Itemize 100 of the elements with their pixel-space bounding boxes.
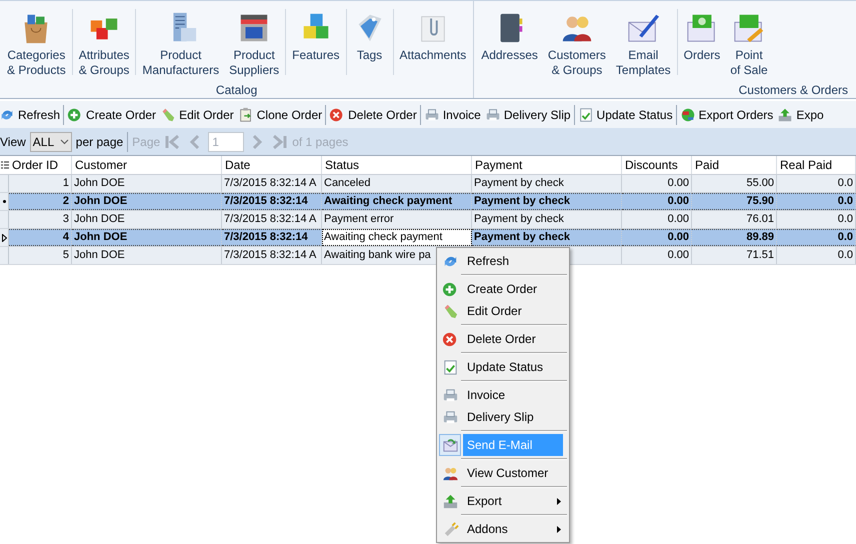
page-label: Page xyxy=(132,134,160,150)
upload-icon xyxy=(442,492,458,510)
toolbar-button[interactable]: Delivery Slip xyxy=(482,104,573,126)
menu-item[interactable]: View Customer xyxy=(437,462,569,484)
menu-item[interactable]: Edit Order xyxy=(437,300,569,322)
table-cell-text: 5 xyxy=(62,248,69,264)
ribbon-button[interactable]: Email Templates xyxy=(610,1,676,83)
toolbar-button[interactable]: Update Status xyxy=(576,104,675,126)
table-cell-text: Payment by check xyxy=(474,212,564,228)
table-cell: 7/3/2015 8:32:14 xyxy=(224,230,308,245)
ribbon-button[interactable]: Point of Sale xyxy=(725,1,773,83)
clipboard-icon xyxy=(238,106,254,122)
table-cell-text: Awaiting check payment xyxy=(324,230,442,246)
printer-icon xyxy=(484,106,501,122)
toolbar-button[interactable]: Refresh xyxy=(0,104,62,126)
table-cell-text: Canceled xyxy=(324,176,370,192)
menu-item[interactable]: Addons xyxy=(437,518,569,540)
table-cell-text: 3 xyxy=(62,212,69,228)
printer-icon xyxy=(442,408,458,426)
plus-icon xyxy=(442,280,458,298)
table-cell-text: 0.0 xyxy=(838,248,853,264)
table-cell-text: 0.00 xyxy=(668,248,689,264)
column-header[interactable]: Payment xyxy=(472,156,622,174)
column-header[interactable]: Real Paid xyxy=(777,156,856,174)
table-cell: 0.0 xyxy=(838,230,853,245)
last-page-icon[interactable] xyxy=(270,134,288,150)
table-cell: 0.00 xyxy=(668,194,689,209)
column-header[interactable]: Paid xyxy=(692,156,777,174)
table-cell-text: 7/3/2015 8:32:14 A xyxy=(224,248,316,264)
upload-icon xyxy=(777,106,794,122)
table-cell: Payment by check xyxy=(474,230,570,245)
table-cell-text: 7/3/2015 8:32:14 A xyxy=(224,212,316,228)
delete-icon xyxy=(442,330,458,348)
table-cell: 0.0 xyxy=(838,194,853,209)
menu-item[interactable]: Refresh xyxy=(437,250,569,272)
page-count: of 1 pages xyxy=(292,134,348,150)
column-header[interactable]: Customer xyxy=(72,156,222,174)
table-cell: 75.90 xyxy=(746,194,774,209)
table-cell-text: 71.51 xyxy=(746,248,774,264)
group-label: Catalog xyxy=(216,83,258,97)
toolbar-button[interactable]: Edit Order xyxy=(158,104,236,126)
ribbon-button[interactable]: Customers & Groups xyxy=(542,1,611,83)
table-cell: Awaiting check payment xyxy=(324,194,452,209)
toolbar-button[interactable]: Create Order xyxy=(65,104,158,126)
ribbon-button[interactable]: Categories & Products xyxy=(2,1,71,83)
menu-item[interactable]: Delivery Slip xyxy=(437,406,569,428)
table-cell-text: Payment by check xyxy=(474,176,564,192)
printer-icon xyxy=(442,386,458,404)
checklist-icon xyxy=(578,106,594,122)
chevron-down-icon xyxy=(60,138,69,144)
ribbon-button[interactable]: Features xyxy=(287,1,344,83)
view-label: View xyxy=(0,134,26,150)
column-header[interactable]: Date xyxy=(222,156,322,174)
table-cell-text: John DOE xyxy=(74,176,125,192)
table-cell-text: 55.00 xyxy=(746,176,774,192)
ribbon-button[interactable]: Tags xyxy=(348,1,392,83)
ribbon-button[interactable]: Attachments xyxy=(394,1,472,83)
table-cell: Payment by check xyxy=(474,194,570,209)
ribbon-button[interactable]: Product Manufacturers xyxy=(137,1,224,83)
pencil-icon xyxy=(160,106,176,122)
toolbar-button[interactable]: Clone Order xyxy=(236,104,324,126)
per-page-label: per page xyxy=(76,134,124,150)
table-cell-text: 0.00 xyxy=(668,212,689,228)
ribbon-button[interactable]: Addresses xyxy=(476,1,543,83)
toolbar-button[interactable]: Expo xyxy=(775,104,826,126)
table-cell: 0.00 xyxy=(668,230,689,245)
column-header[interactable]: Status xyxy=(322,156,472,174)
table-cell: 7/3/2015 8:32:14 xyxy=(224,194,308,209)
toolbar-button[interactable]: Invoice xyxy=(422,104,483,126)
table-cell-text: Awaiting bank wire pa xyxy=(324,248,431,264)
table-cell: John DOE xyxy=(74,230,128,245)
group-label: Customers & Orders xyxy=(738,83,849,97)
ribbon-button[interactable]: Attributes & Groups xyxy=(74,1,134,83)
table-cell-text: John DOE xyxy=(74,248,125,264)
column-chooser-icon[interactable] xyxy=(0,161,8,169)
table-cell-text: 0.0 xyxy=(838,212,853,228)
menu-item[interactable]: Invoice xyxy=(437,384,569,406)
checklist-icon xyxy=(442,358,458,376)
plus-icon xyxy=(67,106,84,122)
table-cell: 89.89 xyxy=(746,230,774,245)
menu-item[interactable]: Update Status xyxy=(437,356,569,378)
column-header[interactable]: Order ID xyxy=(9,156,72,174)
menu-item[interactable]: Export xyxy=(437,490,569,512)
toolbar-button[interactable]: Delete Order xyxy=(327,104,419,126)
table-cell: John DOE xyxy=(74,194,128,209)
table-cell: 4 xyxy=(62,230,69,245)
toolbar-button[interactable]: Export Orders xyxy=(678,104,776,126)
menu-item[interactable]: Create Order xyxy=(437,278,569,300)
table-cell-text: John DOE xyxy=(74,212,125,228)
per-page-dropdown[interactable]: ALL xyxy=(30,132,72,152)
table-cell-text: 0.0 xyxy=(838,176,853,192)
menu-item[interactable]: Delete Order xyxy=(437,328,569,350)
ribbon-button[interactable]: Orders xyxy=(678,1,726,83)
printer-icon xyxy=(424,106,440,122)
envelope-icon xyxy=(442,436,458,454)
column-header[interactable]: Discounts xyxy=(622,156,692,174)
table-cell-text: Payment error xyxy=(324,212,394,228)
export-icon xyxy=(680,106,696,122)
table-cell-text: 1 xyxy=(62,176,69,192)
ribbon-button[interactable]: Product Suppliers xyxy=(224,1,284,83)
